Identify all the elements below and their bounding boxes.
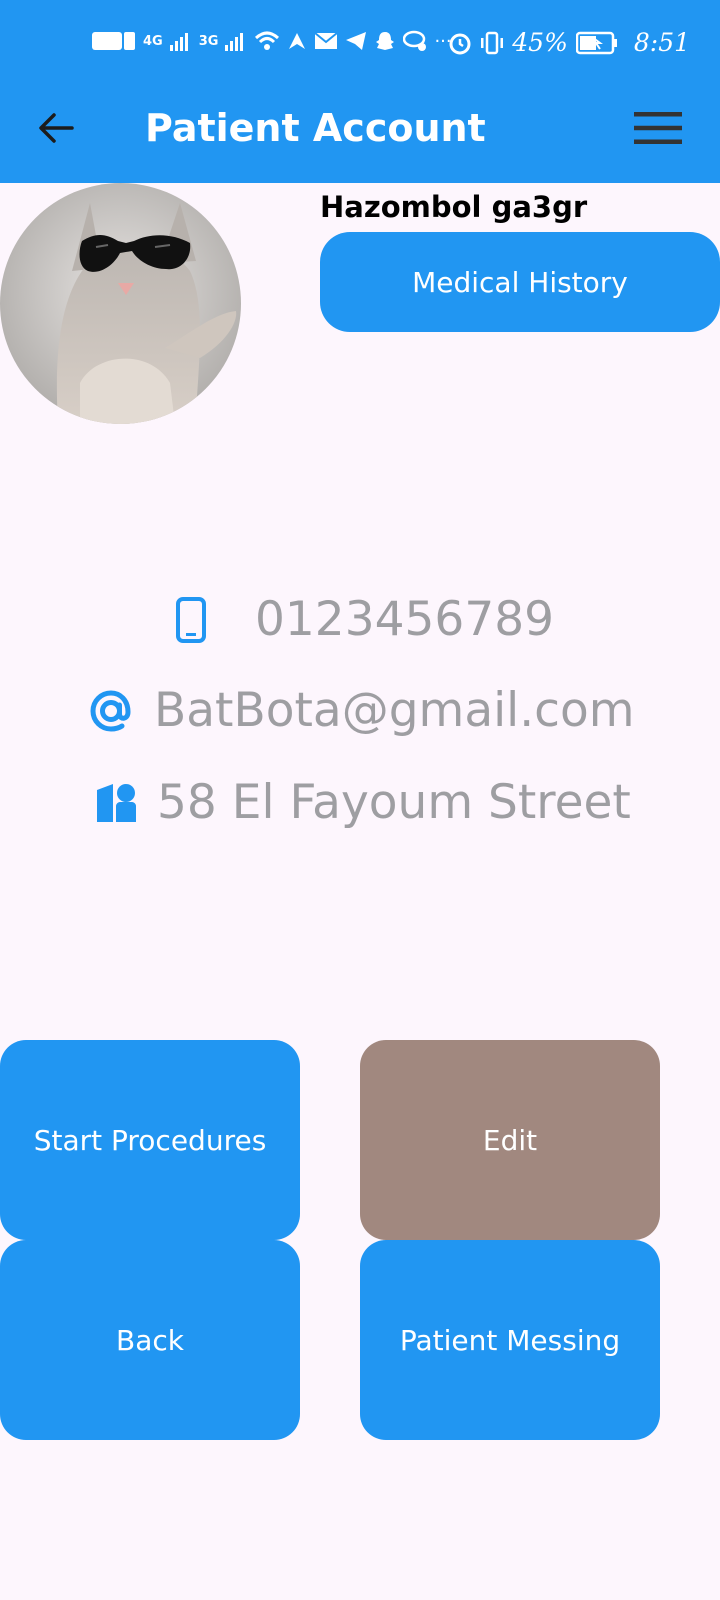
telegram-icon <box>346 32 367 50</box>
at-sign-icon <box>90 689 131 732</box>
signal-icon <box>169 33 188 51</box>
back-label: Back <box>116 1323 184 1357</box>
nav-app-icon <box>289 33 306 49</box>
phone-icon <box>176 596 206 643</box>
phone-row: 0123456789 <box>175 592 554 647</box>
patient-messing-label: Patient Messing <box>399 1323 621 1357</box>
address-row: 58 El Fayoum Street <box>95 775 631 830</box>
network-4g-label: 4G <box>143 33 163 49</box>
alarm-icon <box>449 33 471 54</box>
clock: 8:51 <box>633 28 690 57</box>
avatar <box>0 183 241 424</box>
back-arrow-icon[interactable] <box>36 108 76 148</box>
mail-icon <box>314 32 339 49</box>
medical-history-label: Medical History <box>412 265 628 299</box>
app-bar: 4G 3G ··· 45% 8:51 Patient Account <box>0 0 720 183</box>
status-bar: 4G 3G ··· 45% 8:51 <box>0 22 720 68</box>
back-button[interactable]: Back <box>0 1240 300 1440</box>
start-procedures-button[interactable]: Start Procedures <box>0 1040 300 1240</box>
cat-with-sunglasses-image <box>0 183 241 424</box>
patient-messing-button[interactable]: Patient Messing <box>360 1240 660 1440</box>
status-icons-left: 4G 3G ··· <box>92 30 452 52</box>
chat-icon <box>403 30 427 51</box>
volte-icon <box>92 32 135 50</box>
page-title: Patient Account <box>145 106 486 150</box>
patient-name: Hazombol ga3gr <box>320 190 588 224</box>
start-procedures-label: Start Procedures <box>33 1123 267 1157</box>
wifi-icon <box>255 31 280 50</box>
hamburger-menu-icon[interactable] <box>634 110 682 146</box>
status-icons-right: 45% 8:51 <box>448 28 690 57</box>
medical-history-button[interactable]: Medical History <box>320 232 720 332</box>
vibrate-icon <box>481 31 504 54</box>
edit-button[interactable]: Edit <box>360 1040 660 1240</box>
signal-icon <box>225 33 244 51</box>
edit-label: Edit <box>482 1123 538 1157</box>
email-address: BatBota@gmail.com <box>154 683 635 738</box>
network-3g-label: 3G <box>198 33 219 49</box>
battery-percent: 45% <box>512 28 568 57</box>
email-row: BatBota@gmail.com <box>88 683 635 738</box>
address: 58 El Fayoum Street <box>157 775 631 830</box>
location-icon <box>97 783 136 822</box>
battery-icon <box>575 31 617 54</box>
phone-number: 0123456789 <box>255 592 555 647</box>
snapchat-icon <box>376 32 395 50</box>
